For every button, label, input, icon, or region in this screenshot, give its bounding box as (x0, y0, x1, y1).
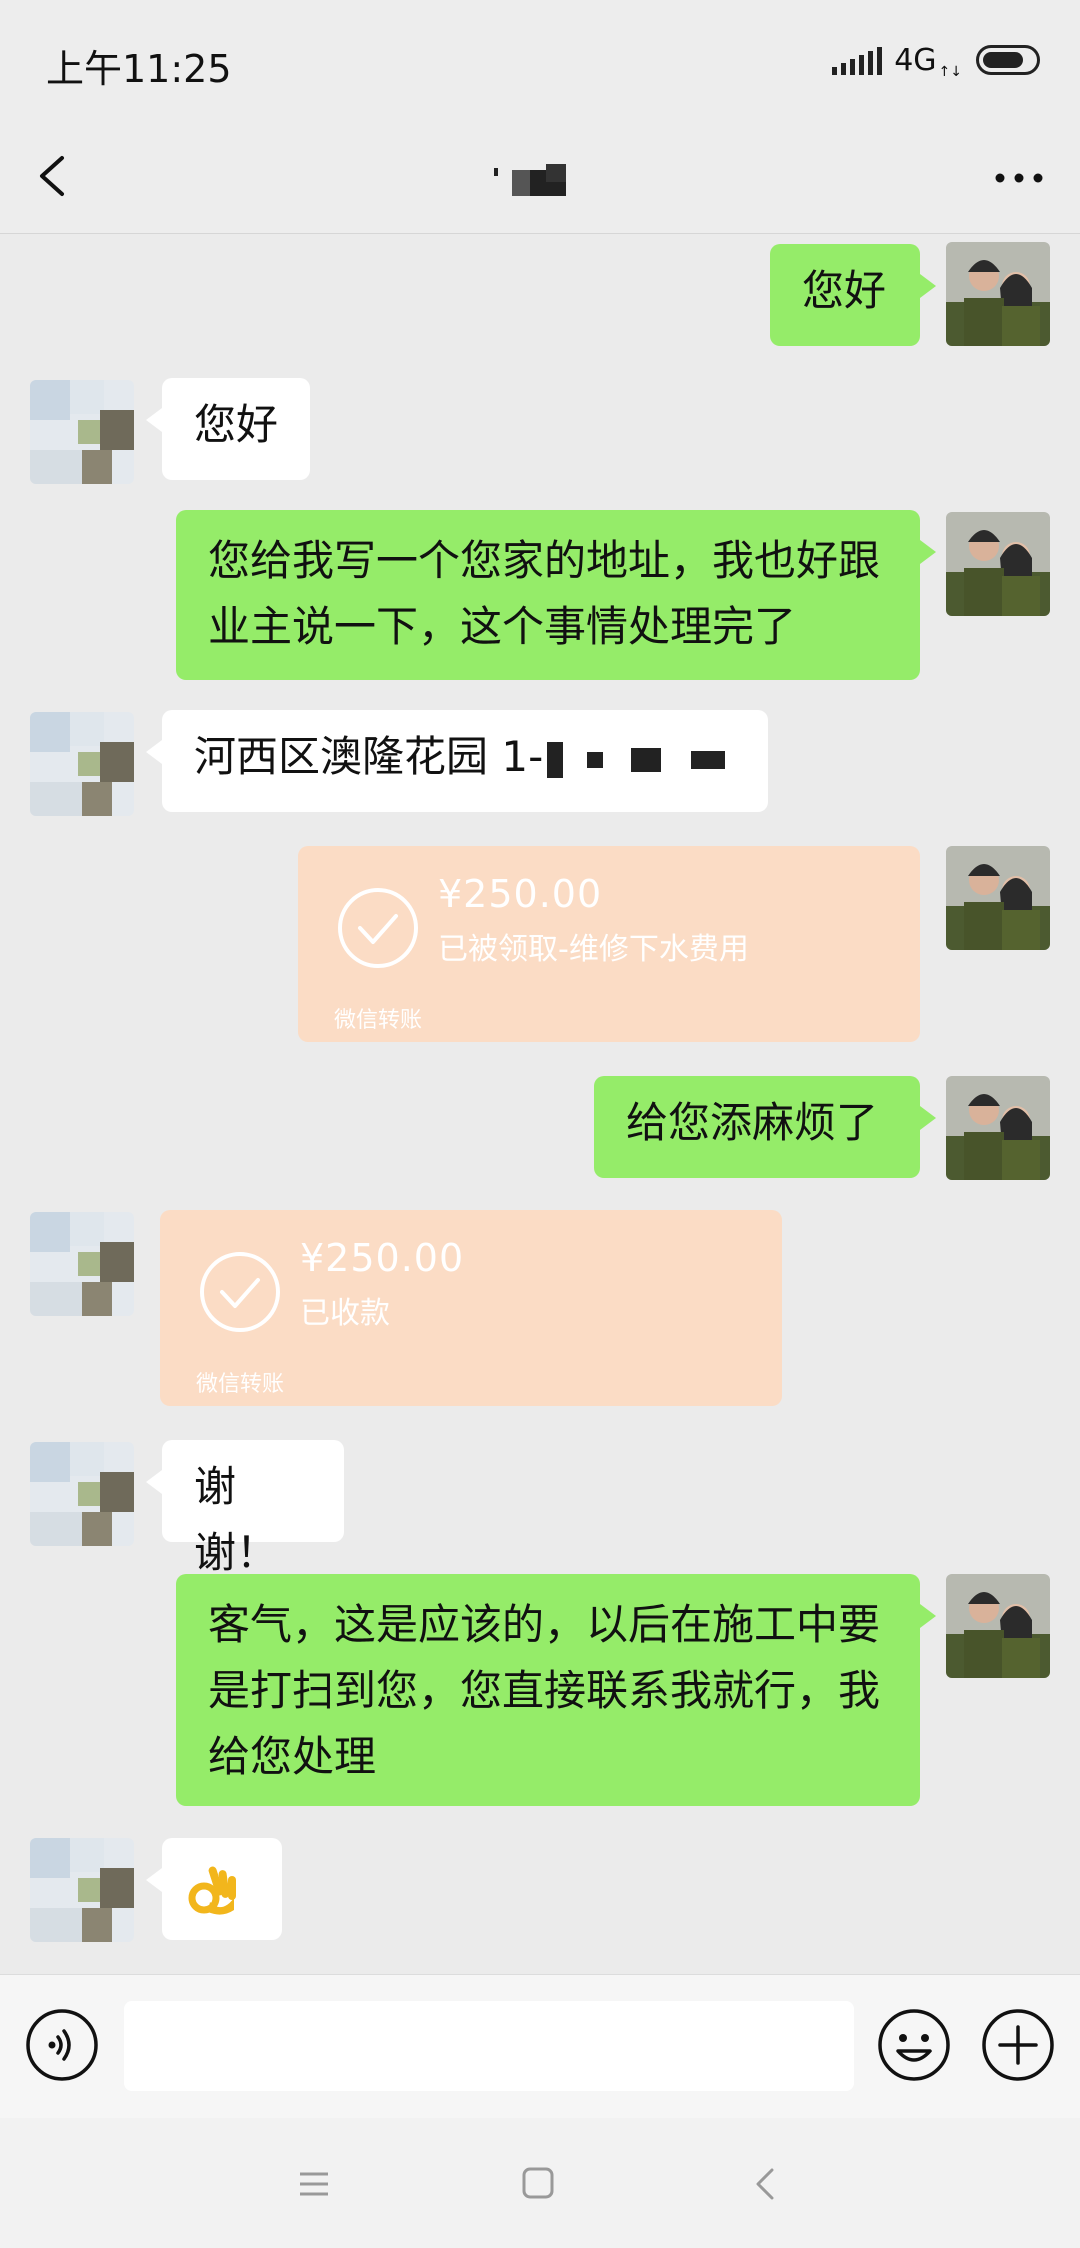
more-button[interactable] (984, 146, 1054, 206)
status-bar: 上午11:25 4G ↑↓ (0, 0, 1080, 118)
voice-icon (26, 2009, 98, 2081)
message-text-line: 您给我写一个您家的地址，我也好跟 (208, 536, 881, 585)
message-text-line: 客气，这是应该的，以后在施工中要 (208, 1600, 881, 1649)
transfer-card-received[interactable]: ¥250.00 已收款 微信转账 (160, 1210, 782, 1406)
signal-icon (832, 45, 883, 75)
message-text-line: 给您处理 (208, 1732, 377, 1781)
my-avatar[interactable] (946, 512, 1050, 616)
chat-header (0, 118, 1080, 234)
system-back-button[interactable] (736, 2156, 796, 2212)
message-bubble-received[interactable]: 谢谢！ (146, 1440, 344, 1577)
contact-avatar[interactable] (30, 1212, 134, 1316)
back-button[interactable] (26, 146, 86, 206)
message-text-line: 业主说一下，这个事情处理完了 (208, 602, 797, 651)
message-bubble-received[interactable]: 您好 (146, 378, 310, 480)
transfer-status: 已收款 (300, 1296, 390, 1331)
voice-button[interactable] (24, 2007, 100, 2083)
my-avatar[interactable] (946, 242, 1050, 346)
emoji-button[interactable] (876, 2007, 952, 2083)
contact-avatar[interactable] (30, 380, 134, 484)
message-bubble-received[interactable]: 👌 (146, 1838, 282, 1940)
home-square-icon (522, 2167, 554, 2199)
redacted-text (631, 747, 662, 772)
message-input[interactable] (124, 2001, 854, 2091)
ellipsis-icon (995, 173, 1043, 183)
more-functions-button[interactable] (980, 2007, 1056, 2083)
message-text: 河西区澳隆花园 1- (194, 732, 544, 781)
back-triangle-icon (756, 2168, 774, 2200)
message-text-line: 是打扫到您，您直接联系我就行，我 (208, 1666, 881, 1715)
message-bubble-sent[interactable]: 客气，这是应该的，以后在施工中要 是打扫到您，您直接联系我就行，我 给您处理 (176, 1574, 936, 1806)
contact-avatar[interactable] (30, 1838, 134, 1942)
message-bubble-sent[interactable]: 您好 (770, 244, 936, 346)
chevron-left-icon (40, 156, 64, 196)
network-type: 4G (894, 42, 937, 78)
chat-title (490, 158, 590, 198)
message-text: 您好 (802, 266, 887, 315)
network-activity-icon: ↑↓ (938, 64, 962, 80)
message-text: 您好 (194, 400, 279, 449)
status-time: 上午11:25 (46, 47, 232, 91)
my-avatar[interactable] (946, 846, 1050, 950)
message-bubble-sent[interactable]: 您给我写一个您家的地址，我也好跟 业主说一下，这个事情处理完了 (176, 510, 936, 680)
input-bar (0, 1974, 1080, 2118)
menu-icon (300, 2172, 328, 2196)
message-text: 谢谢！ (194, 1462, 279, 1577)
battery-level (983, 52, 1023, 68)
redacted-text (547, 741, 564, 778)
transfer-card-sent[interactable]: ¥250.00 已被领取-维修下水费用 微信转账 (298, 846, 920, 1042)
contact-avatar[interactable] (30, 1442, 134, 1546)
system-navigation-bar (0, 2118, 1080, 2248)
chat-messages[interactable]: 您好 您好 您给我写一个您家的地址，我也好跟 业主说一下，这个事情处理完了 河西… (0, 234, 1080, 1974)
home-button[interactable] (508, 2156, 568, 2212)
menu-button[interactable] (284, 2156, 344, 2212)
plus-icon (982, 2009, 1054, 2081)
transfer-footer: 微信转账 (160, 1360, 782, 1406)
transfer-amount: ¥250.00 (300, 1236, 465, 1280)
transfer-status: 已被领取-维修下水费用 (438, 932, 749, 967)
emoji-smile-icon (878, 2009, 950, 2081)
transfer-footer-label: 微信转账 (196, 1372, 285, 1397)
transfer-footer-label: 微信转账 (334, 1008, 423, 1033)
message-bubble-sent[interactable]: 给您添麻烦了 (594, 1076, 936, 1178)
transfer-footer: 微信转账 (298, 996, 920, 1042)
contact-name-redacted (494, 164, 566, 196)
redacted-text (691, 750, 726, 769)
contact-avatar[interactable] (30, 712, 134, 816)
ok-hand-emoji-icon (188, 1866, 236, 1915)
check-circle-icon (200, 1252, 280, 1332)
status-indicators: 4G ↑↓ (832, 40, 1040, 80)
transfer-amount: ¥250.00 (438, 872, 603, 916)
message-bubble-received[interactable]: 河西区澳隆花园 1- (146, 710, 768, 812)
my-avatar[interactable] (946, 1574, 1050, 1678)
redacted-text (587, 751, 604, 768)
check-circle-icon (338, 888, 418, 968)
my-avatar[interactable] (946, 1076, 1050, 1180)
message-text: 给您添麻烦了 (626, 1098, 879, 1147)
battery-icon (976, 45, 1040, 75)
